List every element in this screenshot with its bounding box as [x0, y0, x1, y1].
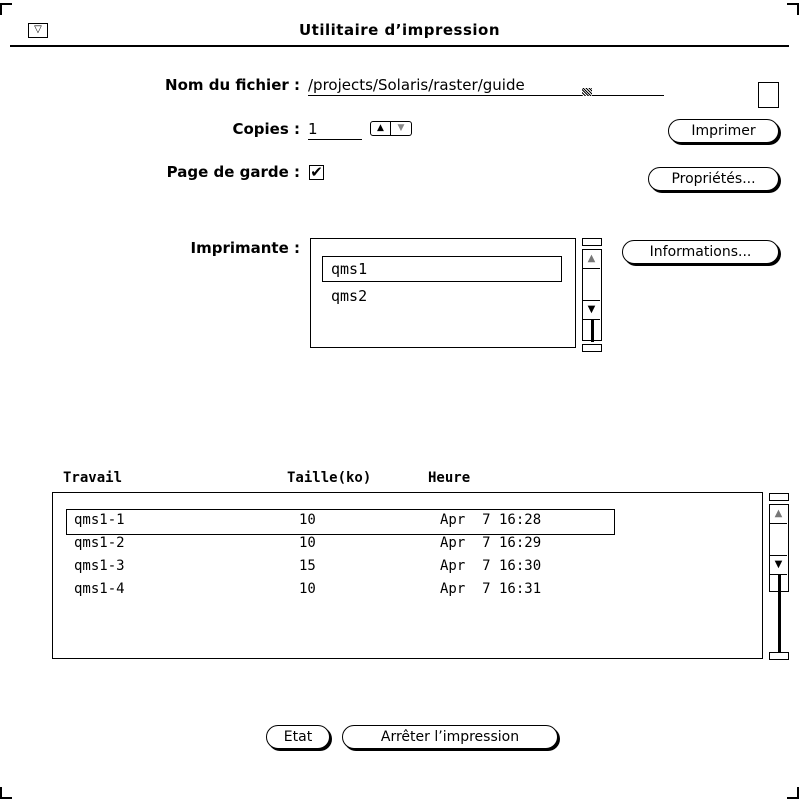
job-time: Apr 7 16:29 — [440, 535, 542, 551]
triangle-down-icon: ▽ — [34, 24, 42, 35]
table-row[interactable]: qms1-1 10 Apr 7 16:28 — [66, 509, 615, 533]
scroll-down-arrow-icon[interactable]: ▼ — [770, 555, 787, 575]
copies-label: Copies : — [232, 120, 300, 138]
scroll-up-arrow-icon[interactable]: ▲ — [770, 505, 787, 524]
status-button[interactable]: Etat — [266, 725, 330, 749]
stop-printing-button[interactable]: Arrêter l’impression — [342, 725, 558, 749]
job-size: 10 — [299, 581, 316, 597]
column-header-job: Travail — [63, 470, 123, 486]
copies-stepper[interactable]: ▲ ▼ — [370, 121, 412, 136]
window-title: Utilitaire d’impression — [299, 21, 500, 39]
job-time: Apr 7 16:31 — [440, 581, 542, 597]
scrollbar-top-anchor[interactable] — [769, 493, 789, 501]
copies-input[interactable]: 1 — [308, 120, 318, 138]
table-row[interactable]: qms1-2 10 Apr 7 16:29 — [66, 532, 615, 556]
filename-input[interactable]: /projects/Solaris/raster/guide — [308, 76, 525, 94]
printer-item[interactable]: qms2 — [331, 287, 367, 305]
scrollbar-bottom-anchor[interactable] — [582, 344, 602, 352]
scrollbar-bottom-anchor[interactable] — [769, 652, 789, 660]
scroll-up-arrow-icon[interactable]: ▲ — [583, 250, 600, 269]
job-time: Apr 7 16:30 — [440, 558, 542, 574]
job-time: Apr 7 16:28 — [440, 512, 542, 528]
table-row[interactable]: qms1-3 15 Apr 7 16:30 — [66, 555, 615, 579]
title-bar[interactable]: Utilitaire d’impression — [10, 15, 789, 47]
check-icon: ✔ — [310, 163, 323, 181]
filename-underline — [308, 95, 664, 96]
informations-button[interactable]: Informations... — [622, 240, 779, 264]
caret-icon — [582, 88, 592, 96]
copies-underline — [308, 139, 362, 140]
window-corner-top-right[interactable] — [787, 3, 799, 15]
scrollbar-cable — [591, 320, 594, 342]
job-size: 10 — [299, 512, 316, 528]
scroll-down-arrow-icon[interactable]: ▼ — [583, 300, 600, 320]
scrollbar-top-anchor[interactable] — [582, 238, 602, 246]
printer-label: Imprimante : — [190, 239, 300, 257]
job-size: 10 — [299, 535, 316, 551]
scrollbar-cable — [778, 574, 781, 652]
print-button[interactable]: Imprimer — [668, 119, 779, 143]
column-header-size: Taille(ko) — [287, 470, 372, 486]
decrement-arrow-icon[interactable]: ▼ — [391, 121, 412, 136]
job-name: qms1-3 — [74, 558, 125, 574]
table-row[interactable]: qms1-4 10 Apr 7 16:31 — [66, 578, 615, 602]
cover-page-label: Page de garde : — [166, 163, 300, 181]
increment-arrow-icon[interactable]: ▲ — [370, 121, 391, 136]
job-name: qms1-1 — [74, 512, 125, 528]
window-corner-top-left[interactable] — [0, 3, 12, 15]
window-menu-button[interactable]: ▽ — [28, 23, 48, 38]
job-name: qms1-2 — [74, 535, 125, 551]
properties-button[interactable]: Propriétés... — [648, 167, 779, 191]
filename-label: Nom du fichier : — [165, 76, 300, 94]
window-corner-bottom-left[interactable] — [0, 787, 12, 799]
job-rows: qms1-1 10 Apr 7 16:28 qms1-2 10 Apr 7 16… — [66, 509, 615, 619]
window-corner-bottom-right[interactable] — [787, 787, 799, 799]
job-size: 15 — [299, 558, 316, 574]
column-header-time: Heure — [428, 470, 471, 486]
printer-item[interactable]: qms1 — [331, 260, 367, 278]
cover-page-checkbox[interactable]: ✔ — [309, 165, 324, 180]
drop-target-box[interactable] — [758, 82, 779, 108]
job-name: qms1-4 — [74, 581, 125, 597]
